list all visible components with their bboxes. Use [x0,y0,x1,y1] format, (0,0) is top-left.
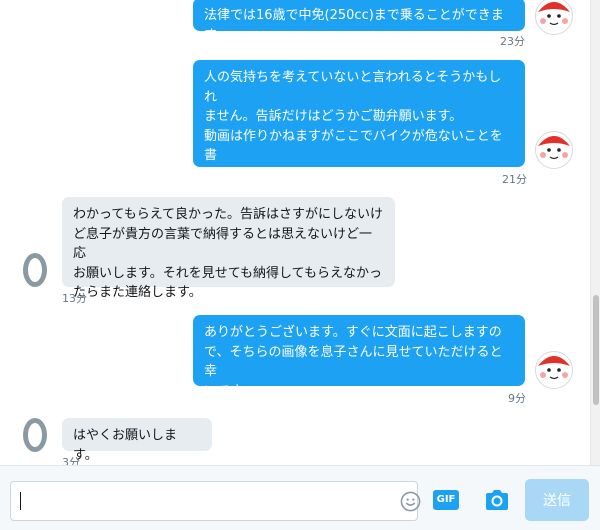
outgoing-message: 人の気持ちを考えていないと言われるとそうかもしれ ません。告訴だけはどうかご勘弁… [193,60,525,222]
bot-avatar-icon[interactable] [534,0,574,36]
send-button[interactable]: 送信 [525,479,589,521]
bot-avatar-icon[interactable] [534,130,574,170]
outgoing-message: 法律では16歳で中免(250cc)まで乗ることができます。 [193,0,525,43]
outgoing-message: ありがとうございます。すぐに文面に起こしますの で、そちらの画像を息子さんに見せ… [193,315,525,399]
text-caret [20,492,21,510]
scrollbar-thumb[interactable] [593,295,599,405]
thread-scrollbar[interactable] [590,0,600,465]
message-input[interactable] [10,481,421,521]
message-timestamp: 9分 [508,392,526,405]
user-avatar-icon[interactable] [16,250,54,288]
message-timestamp: 23分 [500,35,525,48]
message-timestamp: 3分 [62,456,80,465]
bot-avatar-icon[interactable] [534,350,574,390]
message-composer: GIF 送信 [0,465,600,530]
gif-button[interactable]: GIF [433,490,459,510]
camera-icon[interactable] [484,488,510,512]
incoming-message: わかってもらえて良かった。告訴はさすがにしないけ ど息子が貴方の言葉で納得すると… [62,197,395,300]
incoming-message: はやくお願いします。 [62,418,212,463]
message-timestamp: 13分 [62,292,87,305]
smiley-icon[interactable] [400,491,421,512]
message-timestamp: 21分 [502,173,527,186]
message-thread[interactable]: 法律では16歳で中免(250cc)まで乗ることができます。 23分 人の気持ちを… [0,0,590,465]
user-avatar-icon[interactable] [16,415,54,453]
